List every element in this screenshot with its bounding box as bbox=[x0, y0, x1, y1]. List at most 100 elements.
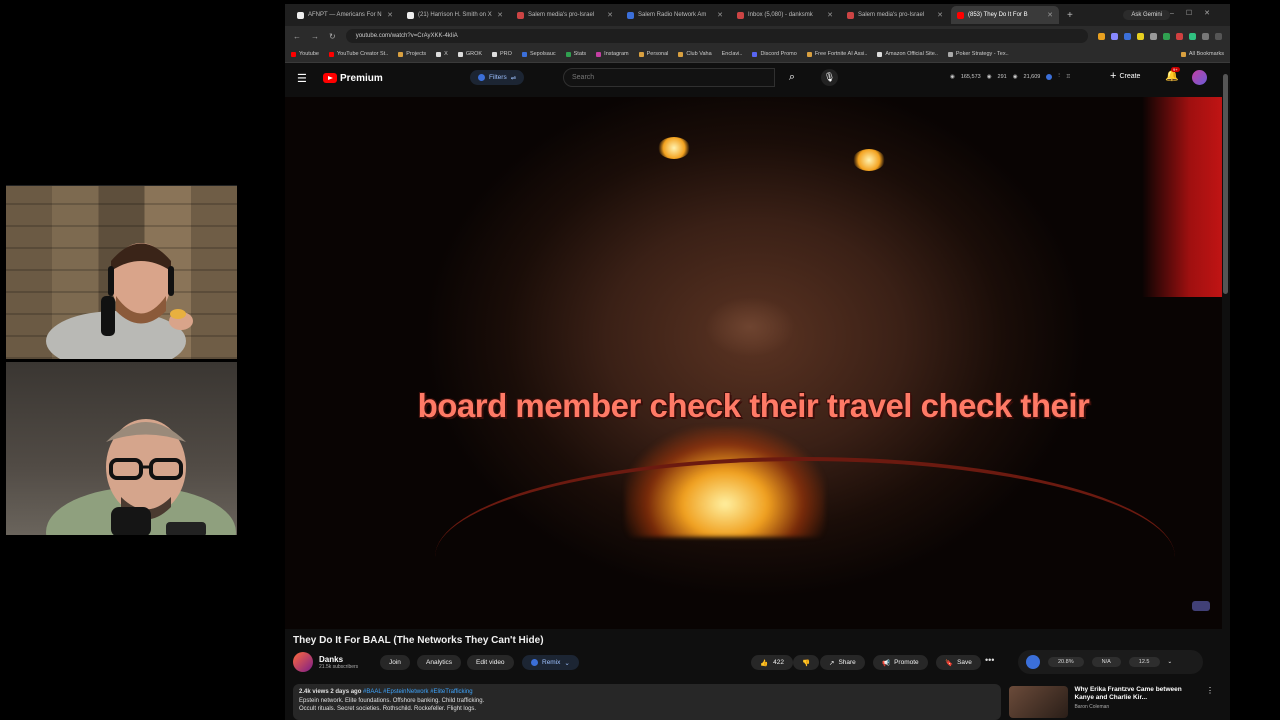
recommended-thumbnail[interactable] bbox=[1009, 686, 1069, 718]
webcam-bottom bbox=[6, 362, 237, 535]
search-icon[interactable]: ⌕ bbox=[779, 68, 805, 87]
extension-stats-bar: 20.8% N/A 12.5 ⌄ bbox=[1018, 650, 1203, 674]
chart-icon[interactable]: ⫶ bbox=[1058, 73, 1059, 80]
bookmark[interactable]: Poker Strategy - Tex.. bbox=[947, 51, 1009, 57]
dislike-button[interactable]: 👎 bbox=[793, 655, 820, 670]
bookmark[interactable]: Youtube bbox=[291, 51, 319, 57]
description-line: Occult rituals. Secret societies. Rothsc… bbox=[299, 706, 477, 712]
avatar[interactable] bbox=[1192, 70, 1207, 85]
youtube-logo[interactable]: Premium bbox=[323, 73, 383, 84]
join-button[interactable]: Join bbox=[380, 655, 410, 670]
create-button[interactable]: + Create bbox=[1110, 70, 1140, 82]
notifications-bell-icon[interactable]: 🔔 9+ bbox=[1165, 67, 1180, 82]
shield-icon[interactable] bbox=[1124, 32, 1131, 40]
filters-button[interactable]: Filters ⇌ bbox=[470, 70, 525, 85]
bookmark[interactable]: Sepolsauc bbox=[521, 51, 556, 57]
url-field[interactable]: youtube.com/watch?v=CrAyXKK-4kIiA bbox=[345, 29, 1088, 43]
extension-icon[interactable] bbox=[1189, 32, 1196, 40]
extension-icon[interactable] bbox=[1137, 32, 1144, 40]
views-icon: ◉ bbox=[950, 73, 955, 80]
channel-name[interactable]: Danks bbox=[319, 655, 358, 664]
close-tab-icon[interactable]: ✕ bbox=[387, 11, 393, 19]
promote-button[interactable]: 📢 Promote bbox=[873, 655, 928, 670]
save-button[interactable]: 🔖 Save bbox=[936, 655, 981, 670]
hashtags[interactable]: #BAAL #EpsteinNetwork #EliteTrafficking bbox=[363, 689, 473, 695]
notification-badge: 9+ bbox=[1171, 67, 1180, 72]
bookmark-label: Stats bbox=[573, 51, 587, 57]
browser-tab[interactable]: Salem media's pro-Israel ✕ bbox=[511, 6, 619, 24]
all-bookmarks[interactable]: All Bookmarks bbox=[1180, 51, 1224, 57]
like-button[interactable]: 👍 422 bbox=[751, 655, 793, 670]
stat-value: 165,573 bbox=[960, 73, 981, 80]
ask-gemini-button[interactable]: Ask Gemini bbox=[1123, 10, 1170, 20]
stat-chip: 12.5 bbox=[1128, 657, 1160, 667]
remix-button[interactable]: Remix ⌄ bbox=[522, 655, 579, 670]
browser-tab[interactable]: Salem media's pro-Israel ✕ bbox=[841, 6, 949, 24]
close-tab-icon[interactable]: ✕ bbox=[607, 11, 613, 19]
bookmark[interactable]: Amazon Official Site.. bbox=[877, 51, 938, 57]
close-tab-icon[interactable]: ✕ bbox=[1047, 11, 1053, 19]
analytics-button[interactable]: Analytics bbox=[417, 655, 462, 670]
search-input[interactable]: Search bbox=[563, 68, 775, 87]
forward-icon[interactable]: → bbox=[311, 32, 319, 41]
extension-icon[interactable] bbox=[1176, 32, 1183, 40]
bookmark[interactable]: GROK bbox=[457, 51, 482, 57]
bookmark[interactable]: YouTube Creator St.. bbox=[329, 51, 388, 57]
description-box[interactable]: 2.4k views 2 days ago #BAAL #EpsteinNetw… bbox=[293, 684, 1001, 720]
webcam-top bbox=[6, 185, 237, 359]
browser-tab-active[interactable]: (853) They Do It For B ✕ bbox=[951, 6, 1059, 24]
video-player[interactable]: board member check their travel check th… bbox=[285, 97, 1222, 629]
bookmark[interactable]: Projects bbox=[398, 51, 426, 57]
bookmark[interactable]: Stats bbox=[565, 51, 587, 57]
close-tab-icon[interactable]: ✕ bbox=[717, 11, 723, 19]
tab-title: (21) Harrison H. Smith on X bbox=[418, 12, 492, 18]
sliders-icon: ⇌ bbox=[510, 74, 517, 82]
browser-tab[interactable]: AFNPT — Americans For N ✕ bbox=[291, 6, 399, 24]
bookmark[interactable]: Enclavi.. bbox=[722, 51, 743, 57]
bookmark[interactable]: Personal bbox=[638, 51, 669, 57]
stat-chip: 20.8% bbox=[1048, 657, 1084, 667]
page-scrollbar[interactable] bbox=[1223, 74, 1228, 294]
bookmark-label: Personal bbox=[646, 51, 669, 57]
extension-icon[interactable] bbox=[1111, 32, 1118, 40]
channel-avatar[interactable] bbox=[293, 652, 313, 672]
recommended-video[interactable]: Why Erika Frantzve Came between Kanye an… bbox=[1009, 686, 1214, 720]
x-icon bbox=[492, 51, 498, 57]
new-tab-icon[interactable]: + bbox=[1061, 10, 1079, 21]
close-tab-icon[interactable]: ✕ bbox=[937, 11, 943, 19]
bookmark[interactable]: PRO bbox=[492, 51, 512, 57]
more-options-icon[interactable]: ⋮ bbox=[1206, 686, 1214, 720]
bookmark[interactable]: Free Fortnite AI Assi.. bbox=[806, 51, 867, 57]
remix-label: Remix bbox=[542, 659, 561, 666]
extension-icon[interactable] bbox=[1163, 32, 1170, 40]
puzzle-icon[interactable] bbox=[1202, 32, 1209, 40]
bookmark[interactable]: X bbox=[436, 51, 448, 57]
edit-video-button[interactable]: Edit video bbox=[467, 655, 514, 670]
extension-icon[interactable] bbox=[1098, 32, 1105, 40]
bookmark[interactable]: Discord Promo bbox=[752, 51, 797, 57]
hamburger-menu-icon[interactable]: ☰ bbox=[297, 72, 317, 85]
trophy-icon[interactable]: ♖ bbox=[1066, 74, 1071, 80]
extension-icon[interactable] bbox=[1150, 32, 1157, 40]
url-text: youtube.com/watch?v=CrAyXKK-4kIiA bbox=[355, 33, 458, 39]
remix-dot-icon bbox=[531, 659, 538, 666]
extension-logo-icon[interactable] bbox=[1026, 655, 1040, 669]
microphone-icon[interactable]: 🎙 bbox=[821, 69, 838, 86]
close-tab-icon[interactable]: ✕ bbox=[827, 11, 833, 19]
window-controls[interactable]: –☐✕ bbox=[1170, 9, 1222, 17]
browser-tab[interactable]: Inbox (5,080) - danksmk ✕ bbox=[731, 6, 839, 24]
extension-dot-icon[interactable] bbox=[1046, 73, 1053, 80]
bookmark[interactable]: Instagram bbox=[596, 51, 629, 57]
browser-tab[interactable]: (21) Harrison H. Smith on X ✕ bbox=[401, 6, 509, 24]
close-tab-icon[interactable]: ✕ bbox=[497, 11, 503, 19]
bookmark[interactable]: Club Vaha bbox=[678, 51, 712, 57]
reload-icon[interactable]: ↻ bbox=[329, 32, 336, 41]
browser-tab[interactable]: Salem Radio Network Am ✕ bbox=[621, 6, 729, 24]
chevron-down-icon[interactable]: ⌄ bbox=[1168, 659, 1173, 665]
more-options-icon[interactable]: ••• bbox=[985, 655, 994, 665]
bookmark-icon bbox=[521, 51, 527, 57]
menu-dots-icon[interactable] bbox=[1215, 32, 1222, 40]
share-button[interactable]: ↗ Share bbox=[820, 655, 865, 670]
back-icon[interactable]: ← bbox=[293, 32, 301, 41]
recommended-title[interactable]: Why Erika Frantzve Came between Kanye an… bbox=[1074, 686, 1200, 702]
